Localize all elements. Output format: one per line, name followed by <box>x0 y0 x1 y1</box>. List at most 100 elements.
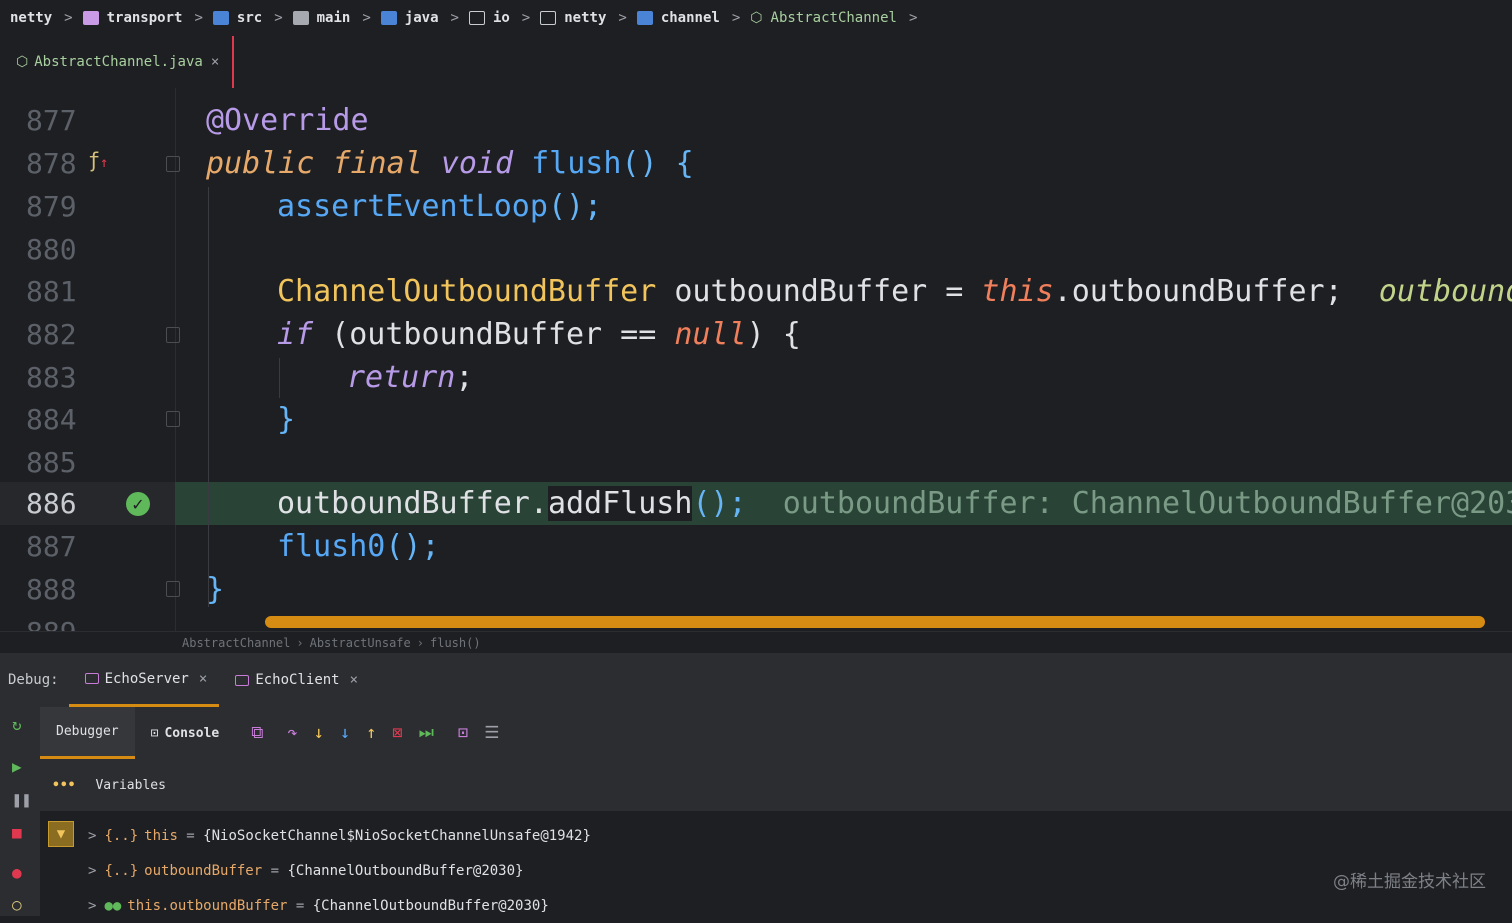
struct-crumb-inner-class[interactable]: AbstractUnsafe <box>310 636 411 650</box>
force-step-into-icon[interactable]: ↓ <box>340 723 350 743</box>
struct-crumb-method[interactable]: flush() <box>430 636 481 650</box>
expand-chevron-icon[interactable]: > <box>88 898 96 914</box>
fold-marker-icon[interactable] <box>166 581 180 597</box>
crumb-io[interactable]: io > <box>468 10 531 26</box>
crumb-channel[interactable]: channel > <box>636 10 741 26</box>
line-number: 879 <box>26 190 77 223</box>
variables-header: ••• Variables <box>40 759 1512 811</box>
chevron-right-icon: > <box>521 10 531 26</box>
editor-tab-abstractchannel[interactable]: ⬡ AbstractChannel.java × <box>4 36 234 88</box>
run-config-icon <box>235 674 250 686</box>
tab-console[interactable]: ⊡ Console <box>135 707 236 759</box>
debug-tab-echoclient[interactable]: EchoClient × <box>219 653 370 707</box>
view-breakpoints-icon[interactable]: ● <box>12 863 22 882</box>
editor-tab-label: AbstractChannel.java <box>34 54 203 70</box>
more-options-icon[interactable]: ••• <box>52 778 75 793</box>
indent-guide <box>208 187 209 607</box>
fold-marker-icon[interactable] <box>166 411 180 427</box>
trace-icon[interactable]: ☰ <box>484 723 499 743</box>
override-method-icon[interactable]: ƒ↑ <box>88 148 108 172</box>
code-line-886: outboundBuffer.addFlush(); outboundBuffe… <box>277 482 1512 525</box>
equals-sign: = <box>177 827 204 844</box>
close-icon[interactable]: × <box>199 671 207 687</box>
crumb-main[interactable]: main > <box>292 10 371 26</box>
step-out-icon[interactable]: ↑ <box>366 723 376 743</box>
variable-row[interactable]: > {..} outboundBuffer = {ChannelOutbound… <box>88 853 523 888</box>
line-number-current: 886 <box>26 487 77 520</box>
code-line-888: } <box>206 572 225 607</box>
crumb-netty[interactable]: netty > <box>10 10 73 26</box>
indent-guide <box>279 358 280 398</box>
navigation-breadcrumb: netty > transport > src > main > java > io > n… <box>0 0 1512 36</box>
field-icon: {..} <box>104 827 139 844</box>
crumb-transport[interactable]: transport > <box>82 10 203 26</box>
variable-row[interactable]: > {..} this = {NioSocketChannel$NioSocke… <box>88 818 591 853</box>
code-line-883: return; <box>347 360 474 395</box>
chevron-right-icon: > <box>64 10 73 26</box>
code-line-882: if (outboundBuffer == null) { <box>277 317 801 352</box>
step-over-icon[interactable]: ↷ <box>287 723 297 743</box>
run-config-icon <box>84 673 99 684</box>
field-icon: {..} <box>104 862 139 879</box>
module-folder-icon <box>82 11 99 25</box>
tab-debugger[interactable]: Debugger <box>40 707 135 759</box>
chevron-right-icon: > <box>274 10 283 26</box>
debug-panel: ↻ ▶ ❚❚ ■ ● ○ Debugger ⊡ Console ⧉ ↷ ↓ ↓ ↑… <box>0 707 1512 916</box>
close-tab-icon[interactable]: × <box>211 54 219 70</box>
code-line-877: @Override <box>206 103 369 138</box>
evaluate-expression-icon[interactable]: ⊡ <box>458 723 468 743</box>
crumb-src[interactable]: src > <box>212 10 283 26</box>
code-editor[interactable]: 877 878 ƒ↑ 879 880 881 882 883 884 885 8… <box>0 88 1512 631</box>
debug-label: Debug: <box>8 672 59 688</box>
struct-crumb-class[interactable]: AbstractChannel <box>182 636 290 650</box>
line-number: 889 <box>26 611 86 631</box>
rerun-icon[interactable]: ↻ <box>12 715 22 734</box>
line-number: 888 <box>26 573 77 606</box>
variable-row[interactable]: > ●● this.outboundBuffer = {ChannelOutbo… <box>88 888 549 923</box>
equals-sign: = <box>287 897 313 914</box>
watermark: @稀土掘金技术社区 <box>1333 872 1486 892</box>
pause-icon[interactable]: ❚❚ <box>12 790 31 809</box>
stop-icon[interactable]: ■ <box>12 823 22 842</box>
editor-tab-bar: ⬡ AbstractChannel.java × <box>0 36 1512 89</box>
crumb-netty-pkg[interactable]: netty > <box>540 10 627 26</box>
layout-icon[interactable]: ⧉ <box>251 723 263 743</box>
code-line-879: assertEventLoop(); <box>277 189 603 224</box>
package-icon <box>540 11 557 25</box>
drop-frame-icon[interactable]: ⊠ <box>392 723 402 743</box>
chevron-right-icon: > <box>731 10 741 26</box>
debug-tab-echoserver[interactable]: EchoServer × <box>68 653 220 707</box>
run-to-cursor-icon[interactable]: ⏭ <box>419 723 434 743</box>
package-icon <box>468 11 485 25</box>
class-icon: ⬡ <box>16 54 29 70</box>
fold-marker-icon[interactable] <box>166 156 180 172</box>
crumb-abstractchannel[interactable]: ⬡ AbstractChannel > <box>750 10 917 26</box>
line-number: 883 <box>26 361 77 394</box>
filter-icon[interactable]: ▼ <box>48 821 74 847</box>
watch-glasses-icon: ●● <box>104 897 122 914</box>
code-line-878: public final void flush() { <box>206 146 694 181</box>
chevron-right-icon: > <box>362 10 371 26</box>
chevron-right-icon: › <box>416 636 424 650</box>
close-icon[interactable]: × <box>350 672 358 688</box>
crumb-java[interactable]: java > <box>380 10 459 26</box>
chevron-right-icon: > <box>908 10 918 26</box>
horizontal-scrollbar[interactable] <box>265 616 1485 628</box>
mute-breakpoints-icon[interactable]: ○ <box>12 895 22 914</box>
expand-chevron-icon[interactable]: > <box>88 863 96 879</box>
folder-icon <box>292 11 309 25</box>
line-number: 880 <box>26 233 77 266</box>
variables-tree: ▼ > {..} this = {NioSocketChannel$NioSoc… <box>40 811 1512 916</box>
line-number: 887 <box>26 530 77 563</box>
fold-marker-icon[interactable] <box>166 327 180 343</box>
line-number: 878 <box>26 147 77 180</box>
step-into-icon[interactable]: ↓ <box>314 723 324 743</box>
package-icon <box>636 11 653 25</box>
line-number: 877 <box>26 104 77 137</box>
line-number: 884 <box>26 403 77 436</box>
breakpoint-check-icon[interactable]: ✓ <box>126 492 150 516</box>
resume-icon[interactable]: ▶ <box>12 757 22 776</box>
expand-chevron-icon[interactable]: > <box>88 828 96 844</box>
source-root-icon <box>380 11 397 25</box>
code-line-881: ChannelOutboundBuffer outboundBuffer = t… <box>277 274 1512 309</box>
